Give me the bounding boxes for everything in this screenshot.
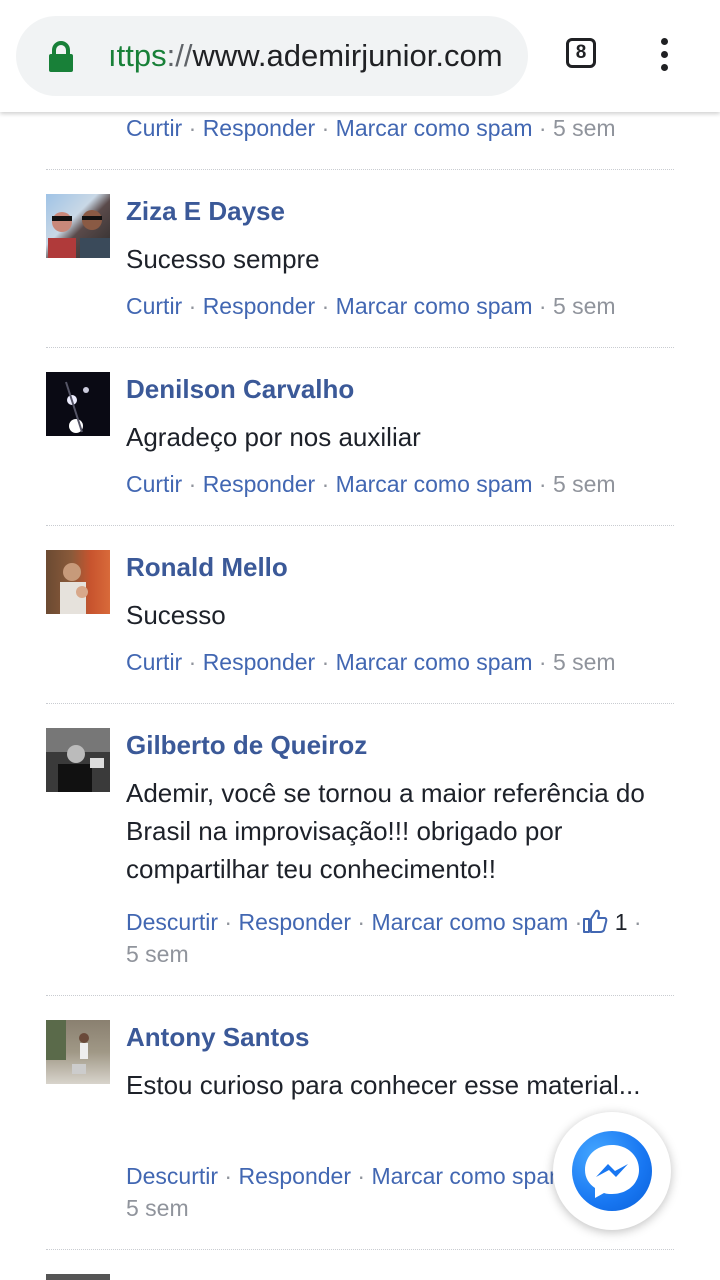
- reply-link[interactable]: Responder: [203, 293, 316, 319]
- spam-link[interactable]: Marcar como spam: [336, 115, 533, 141]
- divider: [46, 703, 674, 704]
- comment-text: Estou curioso para conhecer esse materia…: [126, 1070, 641, 1100]
- comment-time: 5 sem: [552, 293, 616, 319]
- comment-actions: Curtir · Responder · Marcar como spam · …: [126, 471, 616, 497]
- commenter-name[interactable]: Antony Santos: [126, 1022, 309, 1053]
- like-count: 1: [614, 909, 628, 935]
- thumbs-up-icon: [583, 909, 608, 933]
- like-link[interactable]: Curtir: [126, 471, 182, 497]
- divider: [46, 347, 674, 348]
- reply-link[interactable]: Responder: [203, 649, 316, 675]
- reply-link[interactable]: Responder: [238, 909, 351, 935]
- comment-time: 5 sem: [552, 115, 616, 141]
- avatar[interactable]: [46, 372, 110, 436]
- like-link[interactable]: Curtir: [126, 293, 182, 319]
- browser-toolbar: ıttps://www.ademirjunior.com 8: [0, 0, 720, 112]
- divider: [46, 995, 674, 996]
- avatar[interactable]: [46, 1020, 110, 1084]
- avatar[interactable]: [46, 194, 110, 258]
- messenger-icon: [572, 1131, 652, 1211]
- comment-actions: Curtir · Responder · Marcar como spam · …: [126, 649, 616, 675]
- messenger-button[interactable]: [553, 1112, 671, 1230]
- commenter-name[interactable]: Gilberto de Queiroz: [126, 730, 367, 761]
- comment-text: Ademir, você se tornou a maior referênci…: [126, 778, 645, 884]
- tab-switcher-button[interactable]: 8: [566, 38, 596, 68]
- unlike-link[interactable]: Descurtir: [126, 1163, 218, 1189]
- reply-link[interactable]: Responder: [238, 1163, 351, 1189]
- divider: [46, 525, 674, 526]
- unlike-link[interactable]: Descurtir: [126, 909, 218, 935]
- comment-text: Sucesso: [126, 600, 226, 630]
- avatar[interactable]: [46, 1274, 110, 1280]
- reply-link[interactable]: Responder: [203, 471, 316, 497]
- address-bar[interactable]: ıttps://www.ademirjunior.com: [16, 16, 528, 96]
- spam-link[interactable]: Marcar como spam: [371, 909, 568, 935]
- like-link[interactable]: Curtir: [126, 115, 182, 141]
- comment-time: 5 sem: [552, 649, 616, 675]
- commenter-name[interactable]: Denilson Carvalho: [126, 374, 354, 405]
- comment-time: 5 sem: [126, 941, 189, 967]
- spam-link[interactable]: Marcar como spam: [371, 1163, 568, 1189]
- spam-link[interactable]: Marcar como spam: [336, 293, 533, 319]
- spam-link[interactable]: Marcar como spam: [336, 471, 533, 497]
- comment-time: 5 sem: [126, 1195, 189, 1221]
- commenter-name[interactable]: Ronald Mello: [126, 552, 288, 583]
- comment-text: Agradeço por nos auxiliar: [126, 422, 421, 452]
- menu-icon[interactable]: [652, 38, 676, 78]
- reply-link[interactable]: Responder: [203, 115, 316, 141]
- divider: [46, 1249, 674, 1250]
- comment-text: Sucesso sempre: [126, 244, 320, 274]
- comment-actions: Curtir · Responder · Marcar como spam · …: [126, 293, 616, 319]
- comment-time: 5 sem: [552, 471, 616, 497]
- divider: [46, 169, 674, 170]
- comment-actions: Descurtir · Responder · Marcar como spam…: [126, 909, 642, 967]
- commenter-name[interactable]: Ziza E Dayse: [126, 196, 285, 227]
- url-text: ıttps://www.ademirjunior.com: [108, 38, 503, 73]
- comment-actions: Curtir · Responder · Marcar como spam · …: [126, 115, 616, 141]
- lock-icon: [49, 41, 73, 72]
- avatar[interactable]: [46, 550, 110, 614]
- like-link[interactable]: Curtir: [126, 649, 182, 675]
- spam-link[interactable]: Marcar como spam: [336, 649, 533, 675]
- avatar[interactable]: [46, 728, 110, 792]
